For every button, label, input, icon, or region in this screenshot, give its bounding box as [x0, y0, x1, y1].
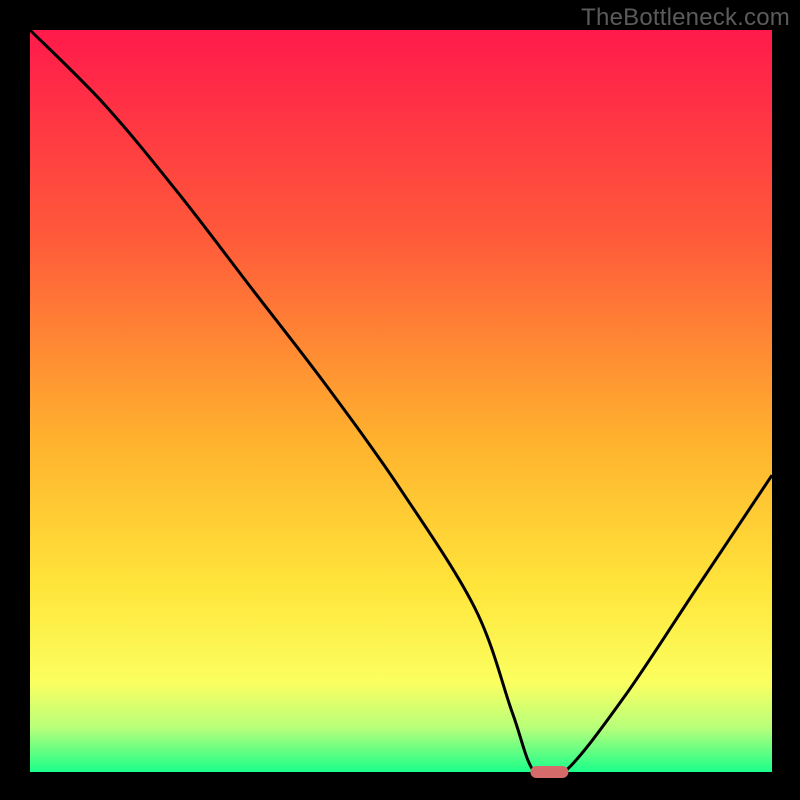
optimal-marker	[530, 766, 568, 778]
plot-background	[30, 30, 772, 772]
bottleneck-chart	[0, 0, 800, 800]
chart-frame: TheBottleneck.com	[0, 0, 800, 800]
watermark-text: TheBottleneck.com	[581, 4, 790, 32]
